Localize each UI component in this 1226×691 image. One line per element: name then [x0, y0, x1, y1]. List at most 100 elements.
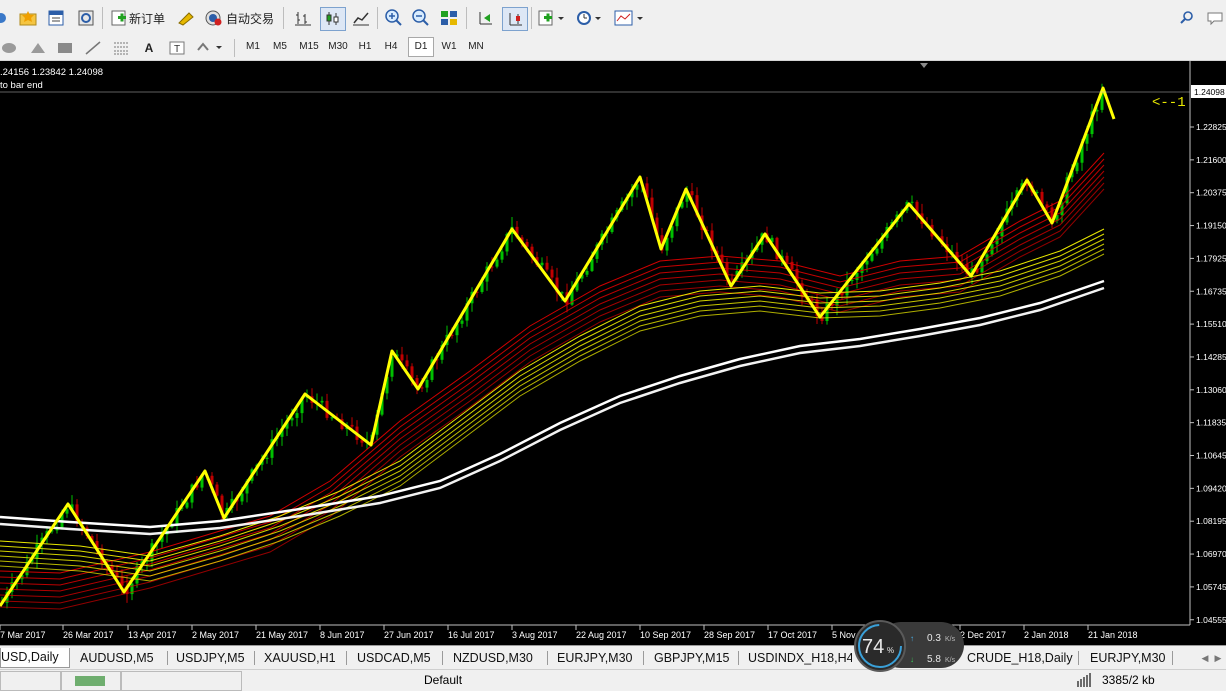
fibonacci-tool-icon[interactable]: [111, 40, 131, 56]
meta-editor-icon[interactable]: [176, 9, 196, 27]
zoom-out-icon[interactable]: [410, 9, 432, 27]
arrows-dropdown-icon[interactable]: [195, 40, 225, 56]
candle-body: [265, 457, 269, 459]
chart-background: [0, 61, 1226, 645]
candle-body: [540, 262, 544, 266]
price-tick-label: 1.19150: [1196, 221, 1226, 231]
candle-body: [460, 320, 464, 324]
new-order-icon[interactable]: [110, 9, 128, 27]
candle-body: [585, 270, 589, 275]
price-tick-label: 1.10645: [1196, 451, 1226, 461]
tab-crude-daily[interactable]: CRUDE_H18,Daily: [967, 649, 1073, 667]
tab-separator: [547, 651, 548, 665]
timeframe-m5[interactable]: M5: [269, 38, 291, 56]
tab-usd-daily[interactable]: USD,Daily: [0, 648, 70, 668]
auto-scroll-icon[interactable]: [474, 9, 496, 27]
current-price-label: 1.24098: [1194, 87, 1225, 97]
tab-separator: [738, 651, 739, 665]
triangle-tool-icon[interactable]: [28, 40, 48, 56]
tab-nzdusd-m30[interactable]: NZDUSD,M30: [453, 649, 533, 667]
tab-xauusd-h1[interactable]: XAUUSD,H1: [264, 649, 336, 667]
candlestick-chart-icon[interactable]: [320, 7, 346, 31]
status-cell: [60, 671, 122, 691]
periods-dropdown-icon[interactable]: [575, 9, 605, 27]
time-tick-label: 2 Jan 2018: [1024, 630, 1069, 640]
tab-separator: [167, 651, 168, 665]
toolbar-separator: [283, 7, 284, 29]
time-tick-label: 7 Mar 2017: [0, 630, 46, 640]
timeframe-h1[interactable]: H1: [355, 38, 375, 56]
market-watch-icon[interactable]: [46, 9, 66, 27]
tab-eurjpy-m30[interactable]: EURJPY,M30: [557, 649, 633, 667]
price-tick-label: 1.21600: [1196, 155, 1226, 165]
candle-body: [495, 259, 499, 267]
status-cell: [0, 671, 62, 691]
templates-dropdown-icon[interactable]: [613, 9, 647, 27]
search-icon[interactable]: [1179, 9, 1195, 27]
tab-separator: [643, 651, 644, 665]
toolbar-separator: [102, 7, 103, 29]
chart-shift-icon[interactable]: [502, 7, 528, 31]
favorites-folder-icon[interactable]: [18, 9, 38, 27]
timeframe-mn[interactable]: MN: [464, 38, 488, 56]
price-tick-label: 1.20375: [1196, 188, 1226, 198]
time-tick-label: 21 Jan 2018: [1088, 630, 1138, 640]
auto-trading-icon[interactable]: [204, 9, 224, 27]
text-tool-icon[interactable]: A: [141, 40, 157, 56]
profiles-icon[interactable]: [0, 9, 10, 27]
timeframe-w1[interactable]: W1: [437, 38, 461, 56]
timeframe-m30[interactable]: M30: [325, 38, 351, 56]
candle-body: [865, 260, 869, 265]
tab-eurjpy-m30-2[interactable]: EURJPY,M30: [1090, 649, 1166, 667]
rectangle-tool-icon[interactable]: [55, 40, 75, 56]
traffic-counter: 3385/2 kb: [1102, 673, 1155, 687]
tile-windows-icon[interactable]: [438, 9, 460, 27]
candle-body: [405, 360, 409, 367]
network-speed-widget[interactable]: 74 % ↑ 0.3 K/s ↓ 5.8 K/s: [852, 620, 968, 676]
tab-gbpjpy-m15[interactable]: GBPJPY,M15: [654, 649, 730, 667]
label-tool-icon[interactable]: T: [168, 40, 186, 56]
tab-scroll-right-icon[interactable]: ▶: [1213, 651, 1223, 665]
new-order-button[interactable]: 新订单: [129, 10, 165, 27]
chart-tabs: USD,Daily AUDUSD,M5 USDJPY,M5 XAUUSD,H1 …: [0, 645, 1226, 670]
time-tick-label: 22 Aug 2017: [576, 630, 627, 640]
price-tick-label: 1.11835: [1196, 418, 1226, 428]
price-tick-label: 1.09420: [1196, 483, 1226, 493]
chat-icon[interactable]: [1205, 9, 1225, 27]
line-chart-icon[interactable]: [350, 9, 372, 27]
auto-trading-button[interactable]: 自动交易: [226, 10, 274, 27]
tab-usdjpy-m5[interactable]: USDJPY,M5: [176, 649, 245, 667]
price-chart[interactable]: .24156 1.23842 1.24098 to bar end <--1 1…: [0, 61, 1226, 645]
ellipse-tool-icon[interactable]: [0, 40, 20, 56]
navigator-icon[interactable]: [76, 9, 96, 27]
tab-separator: [1172, 651, 1173, 665]
price-tick-label: 1.06970: [1196, 549, 1226, 559]
tab-scroll-left-icon[interactable]: ◀: [1200, 651, 1210, 665]
candle-body: [850, 280, 854, 282]
candle-body: [185, 502, 189, 508]
indicators-dropdown-icon[interactable]: [537, 9, 567, 27]
timeframe-m15[interactable]: M15: [296, 38, 322, 56]
candle-body: [295, 413, 299, 418]
time-tick-label: 8 Jun 2017: [320, 630, 365, 640]
timeframe-h4[interactable]: H4: [381, 38, 401, 56]
timeframe-m1[interactable]: M1: [242, 38, 264, 56]
candle-body: [350, 424, 354, 427]
candle-body: [790, 261, 794, 270]
candle-body: [290, 417, 294, 421]
timeframe-d1[interactable]: D1: [408, 37, 434, 57]
trendline-tool-icon[interactable]: [83, 40, 103, 56]
bar-end-info: to bar end: [0, 80, 43, 91]
zoom-in-icon[interactable]: [383, 9, 405, 27]
tab-usdcad-m5[interactable]: USDCAD,M5: [357, 649, 431, 667]
tab-audusd-m5[interactable]: AUDUSD,M5: [80, 649, 154, 667]
svg-text:T: T: [174, 44, 180, 55]
bar-chart-icon[interactable]: [292, 9, 314, 27]
tab-separator: [442, 651, 443, 665]
tab-separator: [254, 651, 255, 665]
download-speed: 5.8: [927, 654, 941, 665]
candle-body: [215, 484, 219, 496]
tab-usdindx-h4[interactable]: USDINDX_H18,H4: [748, 649, 852, 667]
candle-body: [875, 248, 879, 254]
upload-arrow-icon: ↑: [910, 634, 914, 643]
